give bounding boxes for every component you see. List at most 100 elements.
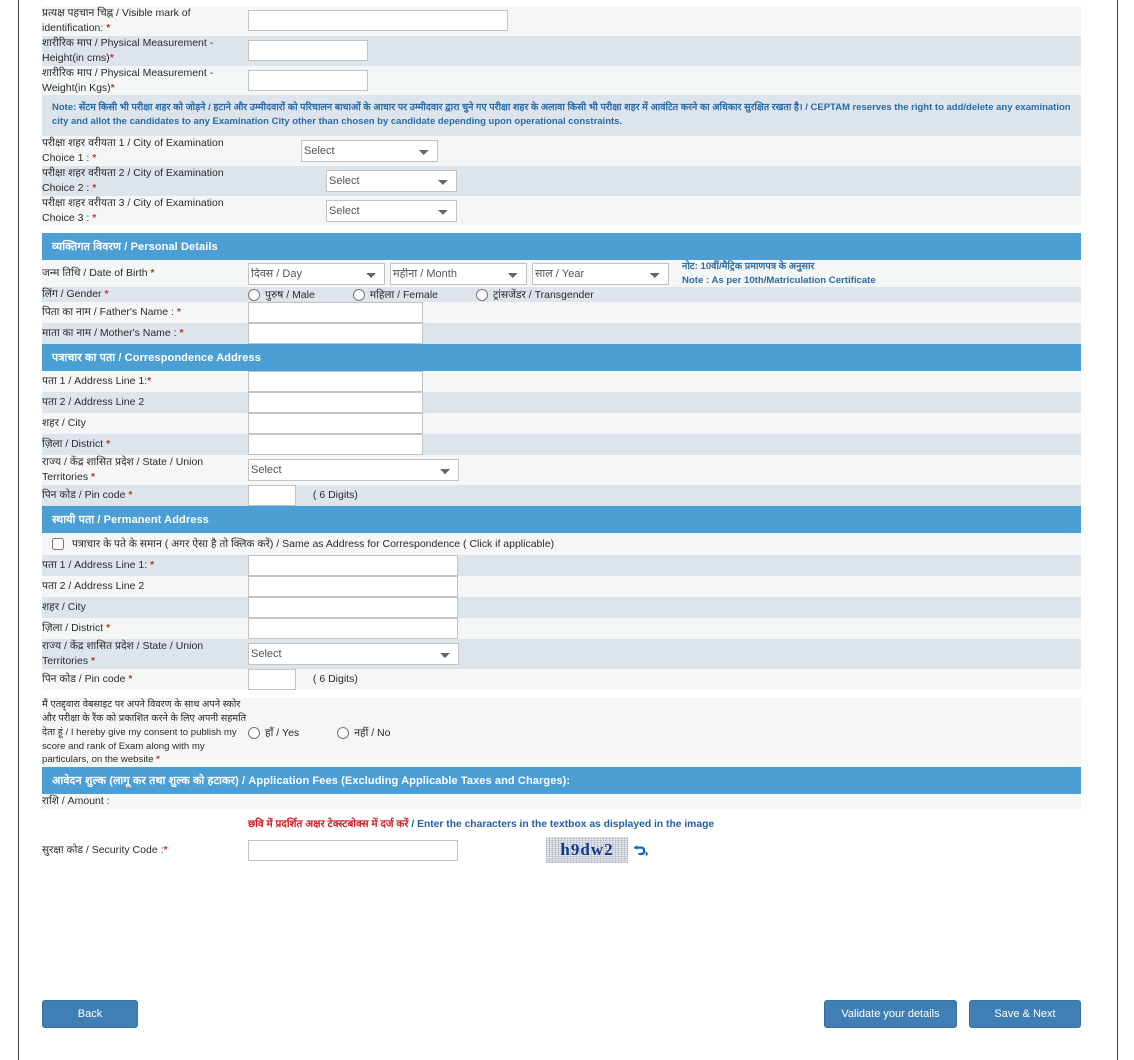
- field-row-perm-address-1: पता 1 / Address Line 1: *: [42, 554, 1081, 576]
- dob-year-select[interactable]: साल / Year: [532, 262, 669, 285]
- label-gender: लिंग / Gender *: [42, 287, 248, 303]
- dob-month-select[interactable]: महीना / Month: [390, 262, 527, 285]
- field-exam-city-2: Select: [248, 165, 1081, 196]
- dob-day-select[interactable]: दिवस / Day: [248, 262, 385, 285]
- label-dob: जन्म तिथि / Date of Birth *: [42, 260, 248, 288]
- captcha-table: सुरक्षा कोड / Security Code :* h9dw2: [42, 837, 1081, 864]
- label-text: परीक्षा शहर वरीयता 2 / City of Examinati…: [42, 166, 224, 194]
- validate-details-button[interactable]: Validate your details: [824, 1000, 957, 1028]
- required-star: *: [179, 327, 184, 340]
- visible-mark-input[interactable]: [248, 10, 508, 32]
- required-star: *: [91, 471, 96, 484]
- required-star: *: [150, 267, 155, 280]
- corr-pincode-hint: ( 6 Digits): [312, 489, 358, 502]
- perm-state-select[interactable]: Select: [248, 642, 459, 665]
- label-perm-state: राज्य / केंद्र शासित प्रदेश / State / Un…: [42, 638, 248, 669]
- save-and-next-button[interactable]: Save & Next: [969, 1000, 1081, 1028]
- required-star: *: [104, 288, 109, 301]
- back-button[interactable]: Back: [42, 1000, 138, 1028]
- gender-radio-group: पुरुष / Male महिला / Female ट्रांसजेंडर …: [248, 288, 1081, 302]
- consent-radio-yes[interactable]: [248, 726, 260, 739]
- option-label: महिला / Female: [369, 288, 439, 301]
- captcha-image-text: h9dw2: [560, 840, 614, 860]
- perm-district-input[interactable]: [248, 617, 458, 639]
- section-title: व्यक्तिगत विवरण / Personal Details: [42, 233, 1081, 261]
- same-as-correspondence-row[interactable]: पत्राचार के पते के समान ( अगर ऐसा है तो …: [42, 533, 1081, 555]
- consent-radio-group: हाँ / Yes नहीं / No: [248, 726, 1081, 740]
- corr-address-1-input[interactable]: [248, 371, 423, 393]
- security-code-input[interactable]: [248, 839, 458, 861]
- label-corr-district: ज़िला / District *: [42, 434, 248, 456]
- weight-input[interactable]: [248, 70, 368, 92]
- mother-name-input[interactable]: [248, 323, 423, 345]
- corr-city-input[interactable]: [248, 413, 423, 435]
- label-exam-city-1: परीक्षा शहर वरीयता 1 / City of Examinati…: [42, 135, 248, 166]
- field-row-amount: राशि / Amount :: [42, 794, 1081, 810]
- label-corr-address-2: पता 2 / Address Line 2: [42, 392, 248, 414]
- label-text: राज्य / केंद्र शासित प्रदेश / State / Un…: [42, 639, 204, 667]
- perm-address-1-input[interactable]: [248, 554, 458, 576]
- label-weight: शारीरिक माप / Physical Measurement - Wei…: [42, 65, 248, 96]
- corr-district-input[interactable]: [248, 434, 423, 456]
- field-mother-name: [248, 323, 1081, 345]
- form-table: प्रत्यक्ष पहचान चिह्न / Visible mark of …: [42, 6, 1081, 810]
- corr-state-select[interactable]: Select: [248, 459, 459, 482]
- captcha-instruction-hindi: छवि में प्रदर्शित अक्षर टेक्स्टबोक्स में…: [248, 819, 409, 831]
- field-row-consent: मैं एतद्द्वारा वेबसाइट पर अपने विवरण के …: [42, 697, 1081, 768]
- required-star: *: [109, 51, 114, 64]
- consent-option-yes[interactable]: हाँ / Yes: [248, 726, 299, 740]
- field-corr-state: Select: [248, 455, 1081, 485]
- dob-note: नोट: 10वीं/मैट्रिक प्रमाणपत्र के अनुसार …: [682, 260, 876, 287]
- label-consent: मैं एतद्द्वारा वेबसाइट पर अपने विवरण के …: [42, 697, 248, 768]
- exam-city-note: Note: सेंटम किसी भी परीक्षा शहर को जोड़न…: [52, 101, 1071, 129]
- label-text: ज़िला / District: [42, 438, 104, 451]
- refresh-icon[interactable]: [633, 842, 650, 859]
- perm-city-input[interactable]: [248, 596, 458, 618]
- gender-radio-transgender[interactable]: [476, 288, 489, 301]
- field-row-visible-mark: प्रत्यक्ष पहचान चिह्न / Visible mark of …: [42, 6, 1081, 36]
- label-mother-name: माता का नाम / Mother's Name : *: [42, 323, 248, 345]
- consent-option-no[interactable]: नहीं / No: [337, 726, 390, 740]
- gender-option-male[interactable]: पुरुष / Male: [248, 288, 315, 302]
- field-row-perm-address-2: पता 2 / Address Line 2: [42, 575, 1081, 597]
- field-row-dob: जन्म तिथि / Date of Birth * दिवस / Day म…: [42, 260, 1081, 288]
- exam-city-note-row: Note: सेंटम किसी भी परीक्षा शहर को जोड़न…: [42, 95, 1081, 136]
- perm-pincode-input[interactable]: [248, 668, 296, 690]
- field-row-security-code: सुरक्षा कोड / Security Code :* h9dw2: [42, 837, 1081, 864]
- field-perm-state: Select: [248, 638, 1081, 669]
- corr-pincode-input[interactable]: [248, 484, 296, 506]
- spacer: [42, 225, 1081, 234]
- gender-option-female[interactable]: महिला / Female: [352, 288, 439, 302]
- field-row-corr-pincode: पिन कोड / Pin code * ( 6 Digits): [42, 484, 1081, 506]
- note-hindi: Note: सेंटम किसी भी परीक्षा शहर को जोड़न…: [52, 102, 808, 114]
- label-exam-city-2: परीक्षा शहर वरीयता 2 / City of Examinati…: [42, 165, 248, 196]
- captcha-instruction-english: Enter the characters in the textbox as d…: [417, 819, 715, 831]
- exam-city-3-select[interactable]: Select: [326, 199, 457, 222]
- same-as-correspondence-checkbox[interactable]: [52, 537, 64, 550]
- label-visible-mark: प्रत्यक्ष पहचान चिह्न / Visible mark of …: [42, 6, 248, 36]
- label-text: प्रत्यक्ष पहचान चिह्न / Visible mark of …: [42, 7, 191, 34]
- exam-city-1-select[interactable]: Select: [301, 139, 438, 162]
- application-form: प्रत्यक्ष पहचान चिह्न / Visible mark of …: [42, 6, 1081, 864]
- field-row-gender: लिंग / Gender * पुरुष / Male महिला / Fem…: [42, 287, 1081, 303]
- field-row-corr-state: राज्य / केंद्र शासित प्रदेश / State / Un…: [42, 455, 1081, 485]
- label-text: परीक्षा शहर वरीयता 3 / City of Examinati…: [42, 196, 224, 224]
- field-perm-address-1: [248, 554, 1081, 576]
- label-text: शारीरिक माप / Physical Measurement - Wei…: [42, 66, 214, 94]
- label-exam-city-3: परीक्षा शहर वरीयता 3 / City of Examinati…: [42, 195, 248, 226]
- field-row-corr-city: शहर / City: [42, 413, 1081, 435]
- perm-address-2-input[interactable]: [248, 575, 458, 597]
- father-name-input[interactable]: [248, 302, 423, 324]
- gender-option-transgender[interactable]: ट्रांसजेंडर / Transgender: [476, 288, 594, 302]
- gender-radio-female[interactable]: [352, 288, 365, 301]
- label-text: जन्म तिथि / Date of Birth: [42, 267, 148, 280]
- consent-radio-no[interactable]: [337, 726, 350, 739]
- gender-radio-male[interactable]: [248, 288, 260, 301]
- label-corr-pincode: पिन कोड / Pin code *: [42, 484, 248, 506]
- exam-city-2-select[interactable]: Select: [326, 169, 457, 192]
- corr-address-2-input[interactable]: [248, 392, 423, 414]
- page-right-rule: [1117, 0, 1118, 1060]
- captcha-image: h9dw2: [546, 837, 628, 864]
- label-text: ज़िला / District: [42, 622, 104, 635]
- height-input[interactable]: [248, 40, 368, 62]
